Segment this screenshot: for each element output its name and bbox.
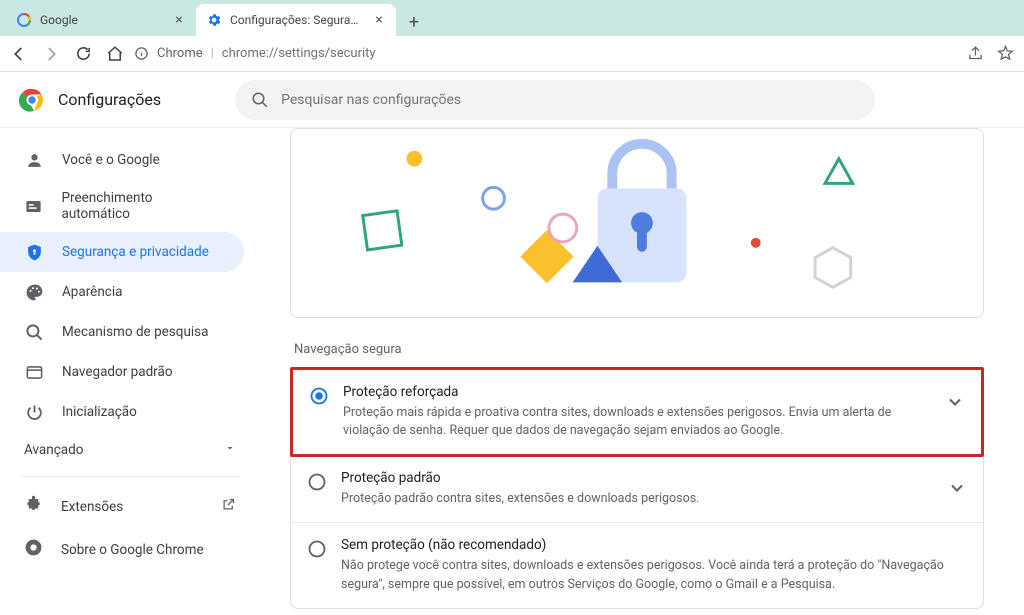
search-input[interactable] <box>281 92 859 108</box>
chrome-logo-icon <box>20 88 44 112</box>
sidebar-item-extensions[interactable]: Extensões <box>0 485 260 528</box>
sidebar-item-search-engine[interactable]: Mecanismo de pesquisa <box>0 312 244 352</box>
sidebar-advanced-label: Avançado <box>24 442 83 458</box>
address-bar: Chrome | chrome://settings/security <box>0 36 1024 72</box>
share-icon[interactable] <box>966 45 984 63</box>
search-icon <box>251 91 269 109</box>
sidebar-item-label: Segurança e privacidade <box>62 244 209 260</box>
url-chrome-label: Chrome <box>157 46 203 61</box>
tab-title: Google <box>40 13 164 27</box>
sidebar-item-security[interactable]: Segurança e privacidade <box>0 232 244 272</box>
url-field[interactable]: Chrome | chrome://settings/security <box>134 46 956 61</box>
sidebar-item-label: Mecanismo de pesquisa <box>62 324 208 340</box>
back-button[interactable] <box>10 45 28 63</box>
sidebar-item-about[interactable]: Sobre o Google Chrome <box>0 528 260 571</box>
option-description: Proteção mais rápida e proativa contra s… <box>343 404 931 440</box>
chevron-down-icon[interactable] <box>947 478 967 498</box>
sidebar-item-default-browser[interactable]: Navegador padrão <box>0 352 244 392</box>
url-path: chrome://settings/security <box>222 46 376 61</box>
tab-google[interactable]: Google × <box>6 4 196 36</box>
home-button[interactable] <box>106 45 124 63</box>
safe-browsing-options: Proteção reforçada Proteção mais rápida … <box>290 367 984 609</box>
reload-button[interactable] <box>74 45 92 63</box>
option-title: Proteção padrão <box>341 470 933 486</box>
tab-settings-security[interactable]: Configurações: Segurança × <box>196 4 396 36</box>
browser-icon <box>24 362 44 382</box>
radio-unselected-icon[interactable] <box>307 472 327 492</box>
sidebar-item-appearance[interactable]: Aparência <box>0 272 244 312</box>
option-description: Proteção padrão contra sites, extensões … <box>341 490 933 508</box>
section-label-safe-browsing: Navegação segura <box>294 342 984 357</box>
forward-button[interactable] <box>42 45 60 63</box>
sidebar-item-label: Preenchimento automático <box>61 190 220 222</box>
url-separator: | <box>211 46 214 61</box>
option-title: Proteção reforçada <box>343 384 931 400</box>
gear-icon <box>206 12 222 28</box>
sidebar-item-label: Você e o Google <box>62 152 160 168</box>
radio-unselected-icon[interactable] <box>307 539 327 559</box>
sidebar-item-startup[interactable]: Inicialização <box>0 392 244 432</box>
palette-icon <box>24 282 44 302</box>
sidebar-item-label: Inicialização <box>62 404 137 420</box>
browser-tab-strip: Google × Configurações: Segurança × + <box>0 0 1024 36</box>
shield-icon <box>24 242 44 262</box>
option-enhanced-protection[interactable]: Proteção reforçada Proteção mais rápida … <box>290 367 984 457</box>
settings-header: Configurações <box>0 72 1024 128</box>
search-icon <box>24 322 44 342</box>
power-icon <box>24 402 44 422</box>
bookmark-icon[interactable] <box>996 45 1014 63</box>
sidebar-separator <box>20 476 240 477</box>
new-tab-button[interactable]: + <box>400 8 428 36</box>
info-icon <box>134 46 149 61</box>
person-icon <box>24 150 44 170</box>
sidebar-advanced-toggle[interactable]: Avançado <box>0 432 260 468</box>
illustration-card <box>290 128 984 318</box>
option-title: Sem proteção (não recomendado) <box>341 537 967 553</box>
sidebar-item-you-and-google[interactable]: Você e o Google <box>0 140 244 180</box>
chevron-down-icon <box>224 442 236 458</box>
option-standard-protection[interactable]: Proteção padrão Proteção padrão contra s… <box>291 456 983 523</box>
sidebar-item-autofill[interactable]: Preenchimento automático <box>0 180 244 232</box>
chrome-logo-icon <box>24 538 43 561</box>
external-link-icon <box>221 497 236 516</box>
sidebar-item-label: Sobre o Google Chrome <box>61 542 204 558</box>
puzzle-icon <box>24 495 43 518</box>
option-description: Não protege você contra sites, downloads… <box>341 557 967 593</box>
settings-sidebar: Você e o Google Preenchimento automático… <box>0 128 260 615</box>
chevron-down-icon[interactable] <box>945 392 965 412</box>
sidebar-item-label: Extensões <box>61 499 123 515</box>
close-icon[interactable]: × <box>172 13 186 27</box>
close-icon[interactable]: × <box>372 13 386 27</box>
option-no-protection[interactable]: Sem proteção (não recomendado) Não prote… <box>291 523 983 607</box>
sidebar-item-label: Aparência <box>62 284 123 300</box>
settings-search[interactable] <box>235 80 875 120</box>
radio-selected-icon[interactable] <box>309 386 329 406</box>
page-title: Configurações <box>58 90 161 109</box>
sidebar-item-label: Navegador padrão <box>62 364 173 380</box>
google-favicon <box>16 12 32 28</box>
tab-title: Configurações: Segurança <box>230 13 364 27</box>
autofill-icon <box>24 196 43 216</box>
main-panel: Navegação segura Proteção reforçada Prot… <box>260 128 1024 615</box>
